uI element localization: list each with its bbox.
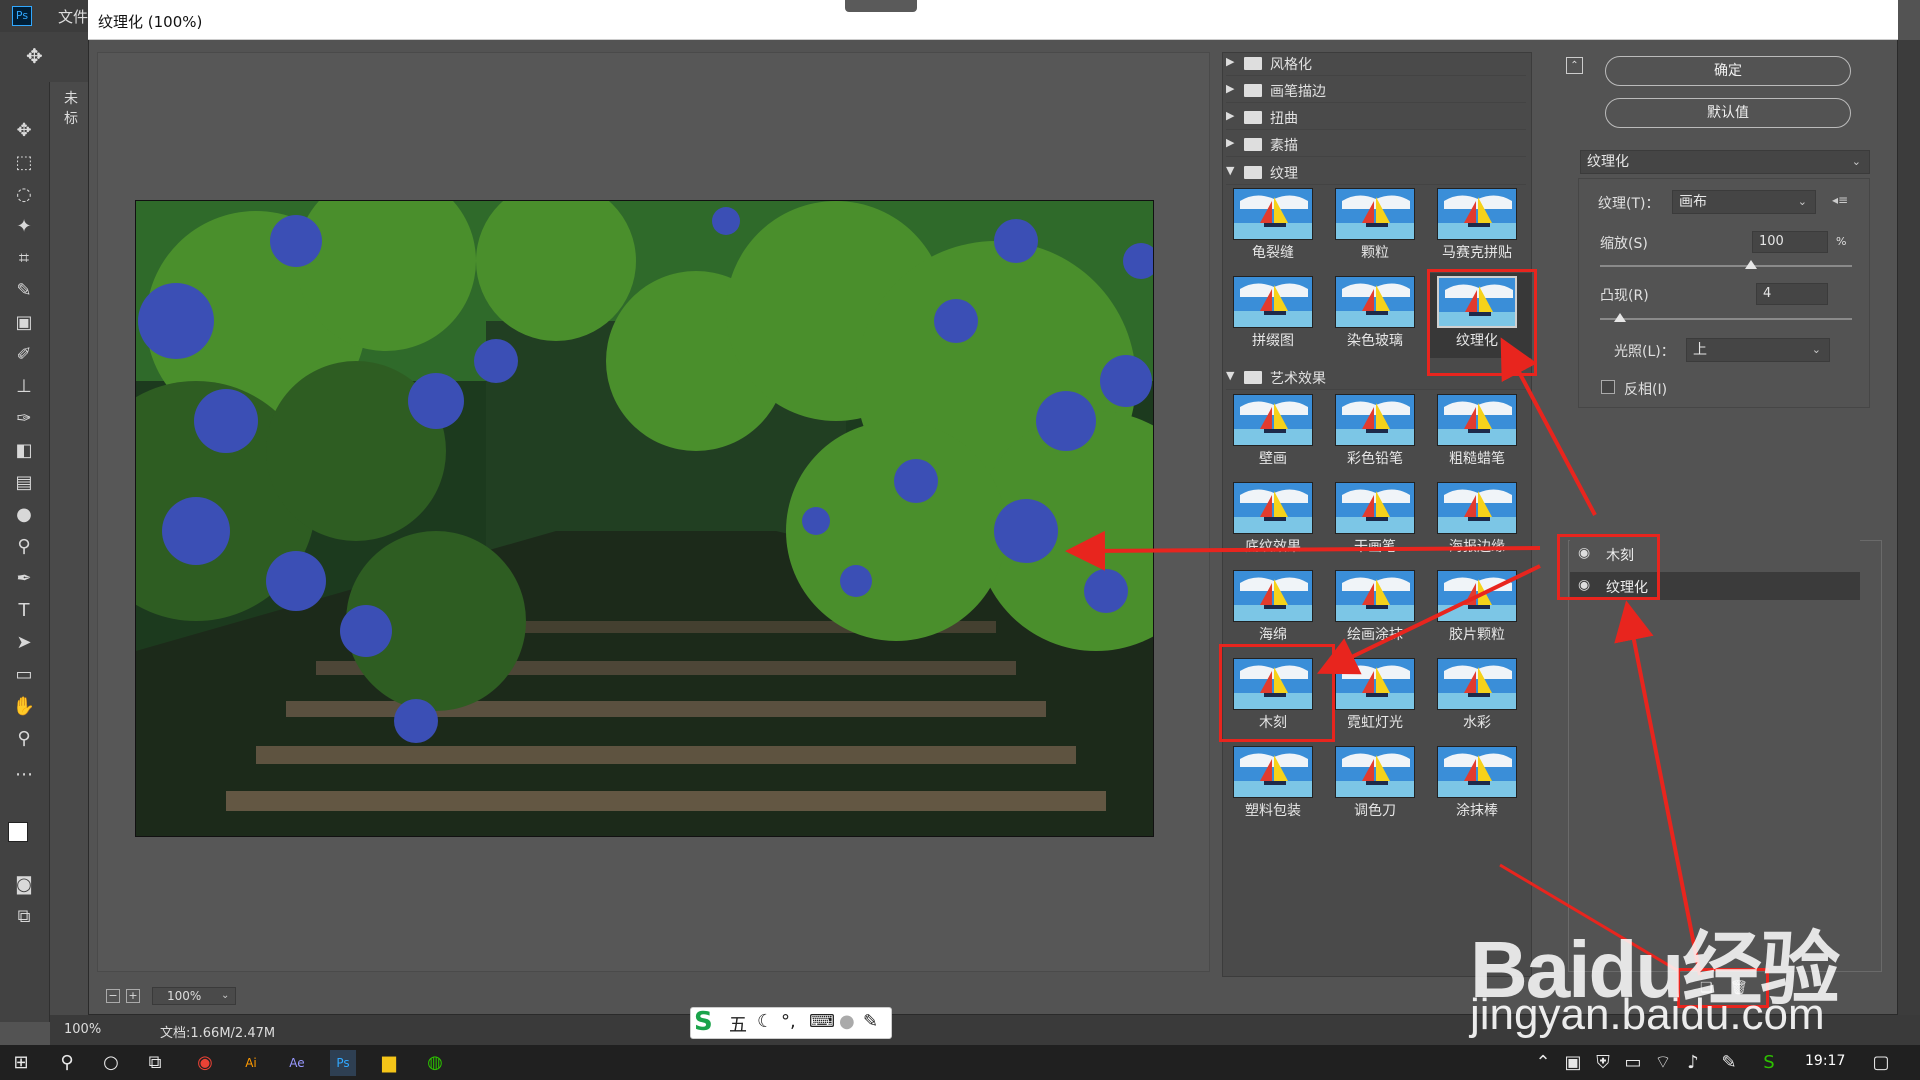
arrow-to-woodcut	[1316, 564, 1541, 675]
wifi-icon[interactable]: ⌔	[1650, 1050, 1676, 1076]
battery-icon[interactable]: ▭	[1620, 1050, 1646, 1076]
punctuation-icon[interactable]: °,	[781, 1011, 796, 1032]
arrow-to-texturizer	[1500, 337, 1597, 516]
baidu-watermark-url: jingyan.baidu.com	[1470, 990, 1825, 1039]
photoshop-taskbar-icon[interactable]: Ps	[330, 1050, 356, 1076]
sogou-tray-icon[interactable]: S	[1756, 1050, 1782, 1076]
volume-icon[interactable]: ♪	[1680, 1050, 1706, 1076]
security-icon[interactable]: ⛨	[1590, 1050, 1616, 1076]
wechat-icon[interactable]: ◍	[422, 1050, 448, 1076]
notification-icon[interactable]: ▢	[1868, 1050, 1894, 1076]
file-explorer-icon[interactable]: ▆	[376, 1050, 402, 1076]
search-icon[interactable]: ⚲	[54, 1050, 80, 1076]
windows-start-icon[interactable]: ⊞	[8, 1050, 34, 1076]
chrome-icon[interactable]: ◉	[192, 1050, 218, 1076]
after-effects-icon[interactable]: Ae	[284, 1050, 310, 1076]
taskbar-clock[interactable]: 19:17	[1805, 1053, 1845, 1069]
arrow-to-preview	[1065, 530, 1541, 571]
keyboard-icon[interactable]: ⌨	[809, 1011, 835, 1032]
illustrator-icon[interactable]: Ai	[238, 1050, 264, 1076]
cortana-icon[interactable]: ○	[98, 1050, 124, 1076]
user-icon[interactable]: ●	[839, 1011, 855, 1032]
task-view-icon[interactable]: ⧉	[142, 1050, 168, 1076]
tray-chevron-icon[interactable]: ⌃	[1530, 1050, 1556, 1076]
wrench-icon[interactable]: ✎	[863, 1011, 878, 1032]
tray-app-icon[interactable]: ▣	[1560, 1050, 1586, 1076]
ime-mode[interactable]: 五	[729, 1011, 747, 1037]
pen-icon[interactable]: ✎	[1716, 1050, 1742, 1076]
moon-icon[interactable]: ☾	[757, 1011, 773, 1032]
sogou-logo-icon[interactable]: S	[694, 1007, 722, 1037]
